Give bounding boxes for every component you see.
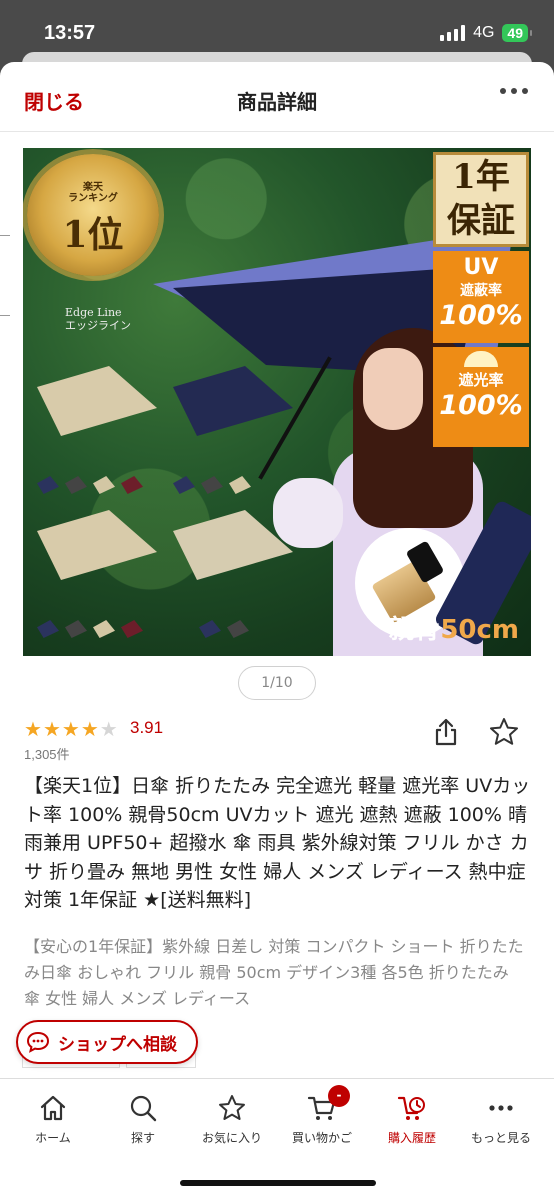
image-pager: 1/10 [238, 666, 316, 700]
warranty-badge: 1年 保証 [433, 152, 529, 247]
tab-label: 買い物かご [291, 1131, 352, 1145]
rating-stars: ★ ★ ★ ★ ★ [24, 717, 118, 741]
shade-rate-badge: 遮光率 100% [433, 347, 529, 447]
warranty-line1: 1年 [452, 157, 510, 197]
shade-subtitle: 遮光率 [458, 371, 504, 389]
uv-block-badge: UV 遮蔽率 100% [433, 251, 529, 343]
star-filled-icon: ★ [61, 717, 80, 741]
uv-subtitle: 遮蔽率 [460, 283, 502, 299]
nav-bar: 閉じる 商品詳細 [0, 62, 554, 132]
uv-percent: 100% [439, 300, 523, 331]
edge-divider [0, 315, 10, 316]
tab-home[interactable]: ホーム [7, 1093, 99, 1146]
star-filled-icon: ★ [80, 717, 99, 741]
cart-badge: - [328, 1085, 350, 1107]
more-dot-icon [511, 88, 517, 94]
rib-value: 50cm [440, 615, 519, 645]
product-detail-sheet: 閉じる 商品詳細 楽天 ランキング 1位 Edge Line エッジライン 1年… [0, 62, 554, 1200]
more-options-button[interactable] [500, 88, 528, 94]
share-button[interactable] [430, 716, 462, 748]
search-icon [130, 1095, 157, 1122]
tab-search[interactable]: 探す [97, 1093, 189, 1146]
chat-icon [26, 1031, 50, 1053]
brand-label: Edge Line エッジライン [65, 306, 131, 332]
signal-icon [440, 25, 466, 41]
uv-title: UV [463, 255, 499, 280]
sun-icon [464, 351, 498, 367]
tab-label: もっと見る [470, 1131, 531, 1145]
tab-label: お気に入り [201, 1131, 262, 1145]
purchase-history-icon [397, 1096, 425, 1120]
shade-percent: 100% [439, 390, 523, 421]
review-count[interactable]: 1,305件 [24, 744, 70, 763]
product-image[interactable]: 楽天 ランキング 1位 Edge Line エッジライン 1年 保証 UV 遮蔽… [23, 148, 531, 656]
home-indicator [180, 1180, 376, 1186]
shop-consult-label: ショップへ相談 [58, 1034, 177, 1055]
star-icon [219, 1095, 245, 1120]
product-description: 【安心の1年保証】紫外線 日差し 対策 コンパクト ショート 折りたたみ日傘 お… [24, 937, 524, 1008]
status-time: 13:57 [44, 22, 96, 44]
medal-subtitle: 楽天 ランキング [68, 182, 118, 204]
status-bar: 13:57 4G 49 [0, 0, 554, 60]
rating-value[interactable]: 3.91 [130, 718, 163, 738]
tab-label: 探す [130, 1131, 155, 1145]
star-filled-icon: ★ [42, 717, 61, 741]
star-outline-icon [490, 718, 518, 745]
shop-consult-button[interactable]: ショップへ相談 [16, 1020, 198, 1064]
tab-purchase-history[interactable]: 購入履歴 [366, 1093, 458, 1146]
more-dot-icon [522, 88, 528, 94]
star-empty-icon: ★ [99, 717, 118, 741]
ranking-medal-badge: 楽天 ランキング 1位 [27, 154, 159, 276]
tab-more[interactable]: もっと見る [455, 1093, 547, 1146]
rib-prefix: 親骨 [388, 615, 441, 645]
product-title: 【楽天1位】日傘 折りたたみ 完全遮光 軽量 遮光率 UVカット率 100% 親… [24, 775, 531, 911]
network-type: 4G [473, 24, 495, 41]
more-dot-icon [500, 88, 506, 94]
tab-label: ホーム [35, 1131, 71, 1145]
tab-label: 購入履歴 [387, 1131, 436, 1145]
status-indicators: 4G 49 [440, 24, 532, 42]
home-icon [40, 1095, 66, 1121]
edge-divider [0, 235, 10, 236]
favorite-button[interactable] [488, 716, 520, 748]
tab-cart[interactable]: - 買い物かご [276, 1085, 368, 1146]
tab-favorites[interactable]: お気に入り [186, 1093, 278, 1146]
more-icon [489, 1105, 513, 1111]
star-filled-icon: ★ [24, 717, 42, 741]
medal-rank: 1位 [62, 214, 124, 256]
rib-length-label: 親骨50cm [388, 609, 519, 646]
warranty-line2: 保証 [447, 201, 515, 241]
battery-icon: 49 [502, 24, 532, 42]
page-title: 商品詳細 [237, 90, 317, 114]
share-icon [435, 718, 457, 746]
